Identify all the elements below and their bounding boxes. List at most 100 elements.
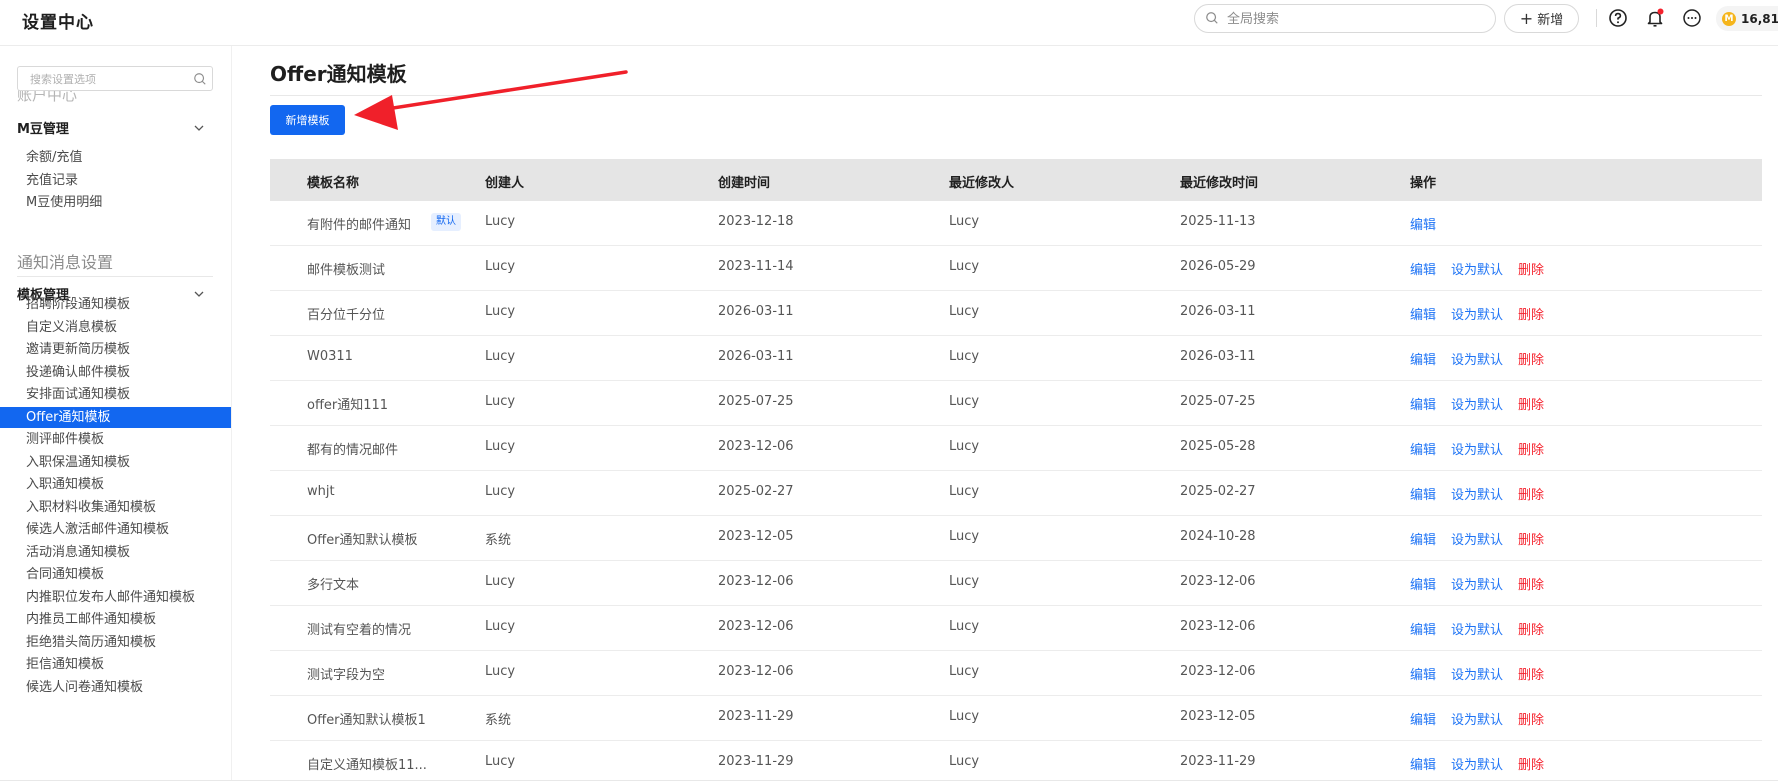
created-time: 2023-12-06: [718, 619, 794, 634]
set-default-link[interactable]: 设为默认: [1451, 349, 1503, 368]
set-default-link[interactable]: 设为默认: [1451, 574, 1503, 593]
last-modified-time: 2025-11-13: [1180, 214, 1256, 229]
delete-link[interactable]: 删除: [1518, 394, 1544, 413]
table-row: 自定义通知模板11... Lucy 2023-11-29 Lucy 2023-11-29…: [270, 741, 1762, 781]
sidebar-item[interactable]: 招聘阶段通知模板: [0, 294, 231, 315]
sidebar-item[interactable]: 安排面试通知模板: [0, 384, 231, 405]
edit-link[interactable]: 编辑: [1410, 709, 1436, 728]
template-name: Offer通知默认模板1: [307, 713, 426, 728]
sidebar-item[interactable]: 活动消息通知模板: [0, 542, 231, 563]
set-default-link[interactable]: 设为默认: [1451, 529, 1503, 548]
sidebar-item[interactable]: 投递确认邮件模板: [0, 362, 231, 383]
delete-link[interactable]: 删除: [1518, 304, 1544, 323]
table-row: whjt Lucy 2025-02-27 Lucy 2025-02-27 编辑 设为默认 删除: [270, 471, 1762, 516]
set-default-link[interactable]: 设为默认: [1451, 709, 1503, 728]
sidebar-item[interactable]: 入职通知模板: [0, 474, 231, 495]
table-row: 百分位千分位 Lucy 2026-03-11 Lucy 2026-03-11 编辑 设为默认…: [270, 291, 1762, 336]
sidebar-search[interactable]: [17, 66, 213, 91]
table-row: W0311 Lucy 2026-03-11 Lucy 2026-03-11 编辑 设为默认删…: [270, 336, 1762, 381]
edit-link[interactable]: 编辑: [1410, 394, 1436, 413]
edit-link[interactable]: 编辑: [1410, 214, 1436, 233]
edit-link[interactable]: 编辑: [1410, 574, 1436, 593]
sidebar-item[interactable]: 内推职位发布人邮件通知模板: [0, 587, 231, 608]
last-modified-time: 2026-03-11: [1180, 304, 1256, 319]
sidebar-item[interactable]: 拒绝猎头简历通知模板: [0, 632, 231, 653]
set-default-link[interactable]: 设为默认: [1451, 754, 1503, 773]
creator: Lucy: [485, 349, 516, 364]
created-time: 2023-12-05: [718, 529, 794, 544]
plus-icon: +: [1519, 8, 1534, 28]
creator: Lucy: [485, 574, 516, 589]
last-modifier: Lucy: [949, 439, 980, 454]
global-search-input[interactable]: [1227, 9, 1482, 29]
sidebar-group-m-beans[interactable]: M豆管理: [17, 118, 69, 137]
edit-link[interactable]: 编辑: [1410, 664, 1436, 683]
sidebar-search-input[interactable]: [30, 71, 190, 87]
table-row: offer通知111 Lucy 2025-07-25 Lucy 2025-07-25 编辑…: [270, 381, 1762, 426]
creator: Lucy: [485, 304, 516, 319]
sidebar-item[interactable]: 余额/充值: [0, 147, 231, 168]
set-default-link[interactable]: 设为默认: [1451, 484, 1503, 503]
delete-link[interactable]: 删除: [1518, 709, 1544, 728]
new-button[interactable]: + 新增: [1504, 4, 1579, 33]
table-header: 模板名称 创建人 创建时间 最近修改人 最近修改时间 操作: [270, 159, 1762, 201]
sidebar-item[interactable]: 候选人激活邮件通知模板: [0, 519, 231, 540]
delete-link[interactable]: 删除: [1518, 619, 1544, 638]
more-icon[interactable]: [1681, 7, 1703, 29]
edit-link[interactable]: 编辑: [1410, 529, 1436, 548]
set-default-link[interactable]: 设为默认: [1451, 664, 1503, 683]
edit-link[interactable]: 编辑: [1410, 259, 1436, 278]
edit-link[interactable]: 编辑: [1410, 439, 1436, 458]
creator: Lucy: [485, 439, 516, 454]
coin-balance[interactable]: M 16,810: [1716, 6, 1778, 31]
set-default-link[interactable]: 设为默认: [1451, 394, 1503, 413]
bell-icon[interactable]: [1644, 7, 1666, 29]
delete-link[interactable]: 删除: [1518, 574, 1544, 593]
chevron-down-icon[interactable]: [192, 121, 206, 135]
created-time: 2026-03-11: [718, 304, 794, 319]
last-modified-time: 2023-12-06: [1180, 574, 1256, 589]
edit-link[interactable]: 编辑: [1410, 754, 1436, 773]
delete-link[interactable]: 删除: [1518, 259, 1544, 278]
delete-link[interactable]: 删除: [1518, 664, 1544, 683]
last-modified-time: 2025-07-25: [1180, 394, 1256, 409]
edit-link[interactable]: 编辑: [1410, 349, 1436, 368]
edit-link[interactable]: 编辑: [1410, 484, 1436, 503]
delete-link[interactable]: 删除: [1518, 349, 1544, 368]
last-modifier: Lucy: [949, 664, 980, 679]
sidebar-item[interactable]: 邀请更新简历模板: [0, 339, 231, 360]
sidebar-item[interactable]: 拒信通知模板: [0, 654, 231, 675]
edit-link[interactable]: 编辑: [1410, 619, 1436, 638]
last-modifier: Lucy: [949, 529, 980, 544]
sidebar-item[interactable]: 充值记录: [0, 170, 231, 191]
column-header: 最近修改时间: [1180, 176, 1259, 191]
set-default-link[interactable]: 设为默认: [1451, 439, 1503, 458]
table-row: 测试字段为空 Lucy 2023-12-06 Lucy 2023-12-06 编辑 设为默认…: [270, 651, 1762, 696]
set-default-link[interactable]: 设为默认: [1451, 619, 1503, 638]
sidebar-item[interactable]: 测评邮件模板: [0, 429, 231, 450]
set-default-link[interactable]: 设为默认: [1451, 304, 1503, 323]
delete-link[interactable]: 删除: [1518, 484, 1544, 503]
help-icon[interactable]: [1607, 7, 1629, 29]
delete-link[interactable]: 删除: [1518, 439, 1544, 458]
sidebar-item[interactable]: 候选人问卷通知模板: [0, 677, 231, 698]
sidebar-item[interactable]: 入职保温通知模板: [0, 452, 231, 473]
edit-link[interactable]: 编辑: [1410, 304, 1436, 323]
global-search[interactable]: [1194, 4, 1496, 33]
add-template-button[interactable]: 新增模板: [270, 105, 345, 135]
set-default-link[interactable]: 设为默认: [1451, 259, 1503, 278]
created-time: 2023-12-06: [718, 664, 794, 679]
sidebar-item[interactable]: 合同通知模板: [0, 564, 231, 585]
sidebar-item[interactable]: 入职材料收集通知模板: [0, 497, 231, 518]
sidebar-item[interactable]: 自定义消息模板: [0, 317, 231, 338]
delete-link[interactable]: 删除: [1518, 529, 1544, 548]
last-modified-time: 2023-11-29: [1180, 754, 1256, 769]
last-modifier: Lucy: [949, 574, 980, 589]
delete-link[interactable]: 删除: [1518, 754, 1544, 773]
last-modified-time: 2025-02-27: [1180, 484, 1256, 499]
last-modified-time: 2024-10-28: [1180, 529, 1256, 544]
sidebar-item[interactable]: M豆使用明细: [0, 192, 231, 213]
sidebar-item[interactable]: 内推员工邮件通知模板: [0, 609, 231, 630]
created-time: 2026-03-11: [718, 349, 794, 364]
sidebar-item-active[interactable]: Offer通知模板: [0, 406, 231, 428]
